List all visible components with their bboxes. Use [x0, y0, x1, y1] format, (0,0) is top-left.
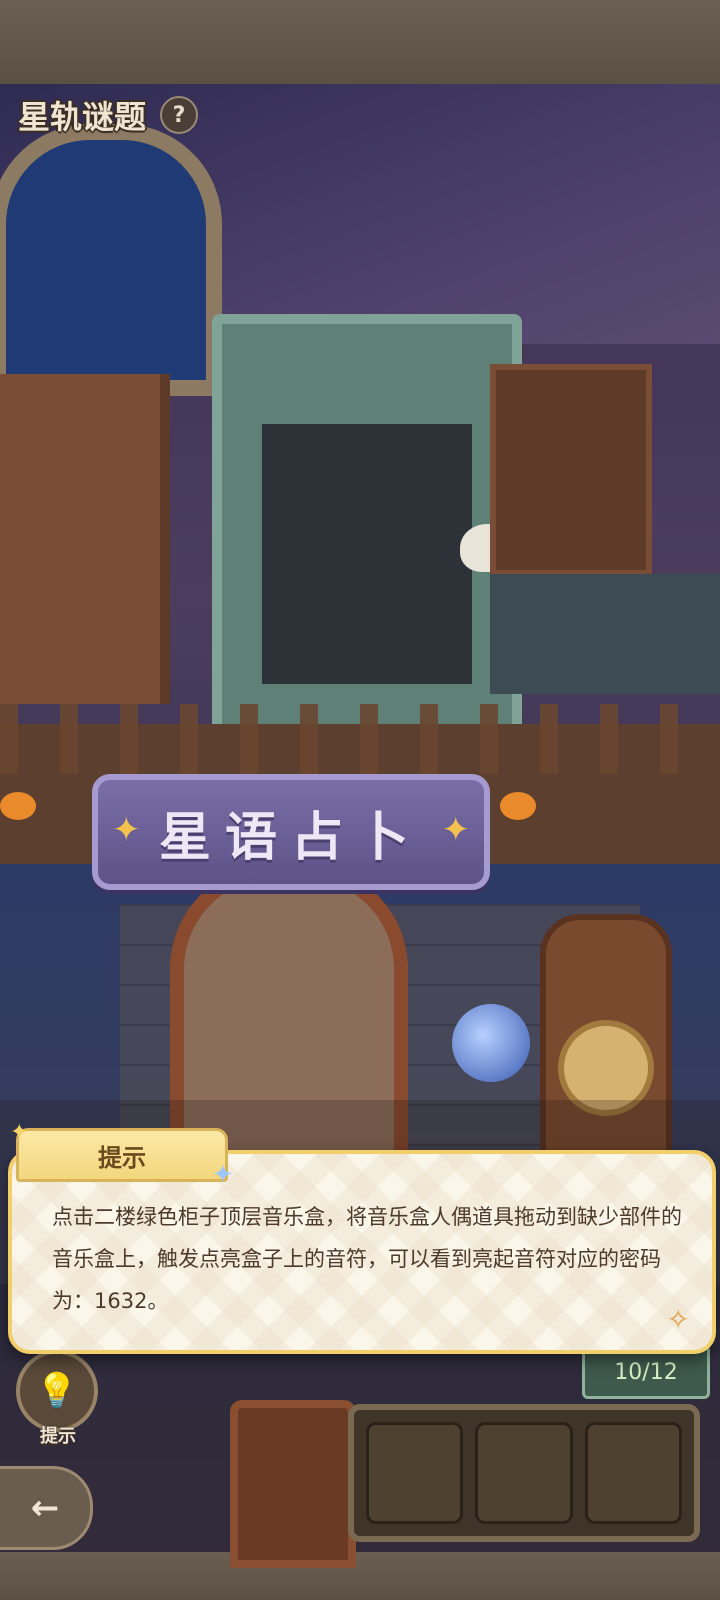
star-icon: ✦: [112, 810, 141, 850]
cabinet-interior: [262, 424, 472, 684]
question-icon: ?: [172, 102, 186, 128]
hint-dialog-title: 提示: [98, 1143, 146, 1172]
balcony-railing: [0, 704, 720, 774]
inventory-slot[interactable]: [584, 1422, 682, 1524]
lightbulb-icon: 💡: [35, 1371, 79, 1411]
inventory-slot[interactable]: [475, 1422, 573, 1524]
desk: [490, 574, 720, 694]
header: 星轨谜题 ?: [18, 92, 199, 138]
crystal-globe[interactable]: [452, 1004, 530, 1082]
arched-window: [0, 124, 222, 396]
hint-dialog-tab: 提示: [16, 1128, 228, 1182]
back-button[interactable]: ←: [0, 1466, 93, 1550]
sparkle-icon: ✦: [10, 1120, 29, 1145]
hint-dialog-text: 点击二楼绿色柜子顶层音乐盒，将音乐盒人偶道具拖动到缺少部件的音乐盒上，触发点亮盒…: [52, 1205, 682, 1313]
hint-button-label: 提示: [40, 1426, 76, 1447]
top-frame: [0, 0, 720, 84]
bottom-frame: [0, 1552, 720, 1600]
star-sparkle-icon: ✧: [666, 1303, 690, 1336]
page-title: 星轨谜题: [18, 98, 147, 136]
help-button[interactable]: ?: [160, 96, 199, 134]
left-bookshelf[interactable]: [0, 374, 170, 704]
potion-shelf[interactable]: [490, 364, 652, 576]
sign-label: 星语占卜: [158, 807, 423, 868]
hint-button-circle[interactable]: 💡: [16, 1350, 98, 1432]
inventory-slot[interactable]: [366, 1422, 464, 1524]
fortune-sign: ✦ 星语占卜 ✦: [92, 774, 490, 890]
progress-value: 10/12: [614, 1359, 678, 1385]
star-icon: ✦: [441, 810, 471, 850]
inventory-bar: [348, 1404, 700, 1542]
arrow-left-icon: ←: [30, 1488, 60, 1528]
wooden-chair: [230, 1400, 356, 1568]
pumpkin-lantern-icon: [0, 792, 36, 820]
pumpkin-lantern-icon: [500, 792, 536, 820]
sparkle-icon: ✦: [212, 1160, 234, 1190]
hint-button[interactable]: 💡 提示: [16, 1350, 98, 1447]
